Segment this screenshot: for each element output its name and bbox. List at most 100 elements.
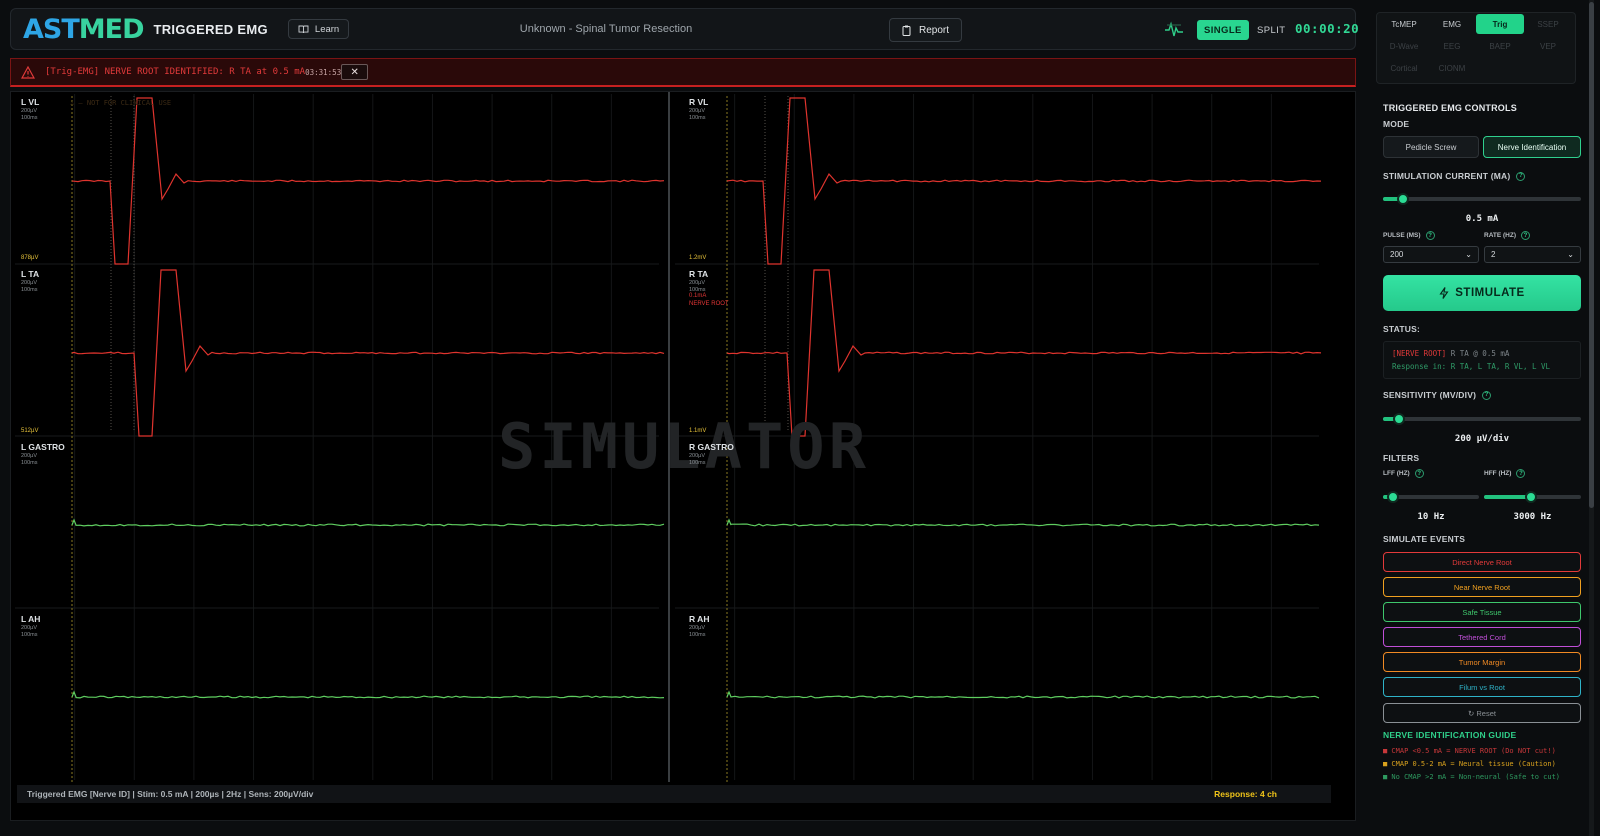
app-title: TRIGGERED EMG xyxy=(153,21,268,37)
pulse-select[interactable]: 200 ⌄ xyxy=(1383,246,1479,263)
book-icon xyxy=(298,25,309,33)
warning-icon xyxy=(21,65,35,79)
mode-nerve-identification-button[interactable]: Nerve Identification xyxy=(1483,136,1581,158)
current-slider[interactable] xyxy=(1383,193,1581,205)
emg-trace xyxy=(71,518,665,527)
learn-button[interactable]: Learn xyxy=(287,19,350,39)
mode-label: MODE xyxy=(1383,119,1410,129)
channel-meta: 200µV 100ms xyxy=(21,625,38,638)
status-label: STATUS: xyxy=(1383,324,1420,334)
filters-label: FILTERS xyxy=(1383,453,1420,463)
help-icon[interactable]: ? xyxy=(1516,469,1526,478)
tab-baep[interactable]: BAEP xyxy=(1476,36,1524,56)
hff-slider[interactable] xyxy=(1484,491,1581,503)
tab-ssep[interactable]: SSEP xyxy=(1524,14,1572,34)
guide-item: ■ CMAP 0.5-2 mA = Neural tissue (Caution… xyxy=(1383,759,1556,768)
tab-emg[interactable]: EMG xyxy=(1428,14,1476,34)
tab-trig[interactable]: Trig xyxy=(1476,14,1524,34)
events-label: SIMULATE EVENTS xyxy=(1383,534,1466,544)
pulse-label: PULSE (MS)? xyxy=(1383,231,1435,240)
lff-slider[interactable] xyxy=(1383,491,1479,503)
tab-tcmep[interactable]: TcMEP xyxy=(1380,14,1428,34)
chevron-down-icon: ⌄ xyxy=(1465,250,1472,259)
channel-amplitude: 512µV xyxy=(21,428,39,434)
scope-status-bar: Triggered EMG [Nerve ID] | Stim: 0.5 mA … xyxy=(17,785,1331,803)
hff-label: HFF (HZ)? xyxy=(1484,469,1526,478)
learn-label: Learn xyxy=(314,23,340,35)
panel-scrollbar[interactable] xyxy=(1589,0,1594,836)
logo: ASTMED xyxy=(23,13,144,45)
emg-trace xyxy=(726,690,1320,699)
elapsed-timer: 00:00:20 xyxy=(1295,21,1360,36)
hff-value: 3000 Hz xyxy=(1513,512,1552,522)
tab-vep[interactable]: VEP xyxy=(1524,36,1572,56)
emg-trace xyxy=(726,269,1322,437)
rate-label: RATE (HZ)? xyxy=(1484,231,1531,240)
status-line-1: [NERVE ROOT] R TA @ 0.5 mA xyxy=(1392,349,1510,358)
reset-button[interactable]: ↻ Reset xyxy=(1383,703,1581,723)
signal-wave-icon[interactable] xyxy=(1164,21,1184,39)
help-icon[interactable]: ? xyxy=(1516,171,1526,181)
event-direct-nerve-root-button[interactable]: Direct Nerve Root xyxy=(1383,552,1581,572)
channel-label-r-ah: R AH xyxy=(689,614,710,624)
clinical-use-warning: ⚠ — NOT FOR CLINICAL USE xyxy=(70,99,172,107)
scope-status-text: Triggered EMG [Nerve ID] | Stim: 0.5 mA … xyxy=(27,789,314,799)
stimulate-button[interactable]: STIMULATE xyxy=(1383,275,1581,311)
lff-value: 10 Hz xyxy=(1417,512,1445,522)
event-near-nerve-root-button[interactable]: Near Nerve Root xyxy=(1383,577,1581,597)
slider-handle[interactable] xyxy=(1386,491,1399,503)
slider-handle[interactable] xyxy=(1396,193,1409,205)
single-view-button[interactable]: SINGLE xyxy=(1197,20,1249,40)
report-button[interactable]: Report xyxy=(889,18,963,42)
help-icon[interactable]: ? xyxy=(1414,469,1424,478)
alert-message: [Trig-EMG] NERVE ROOT IDENTIFIED: R TA a… xyxy=(45,67,306,77)
channel-meta: 200µV 100ms xyxy=(689,280,706,293)
tab-cionm[interactable]: CIONM xyxy=(1428,58,1476,78)
control-panel: TcMEP EMG Trig SSEP D-Wave EEG BAEP VEP … xyxy=(1368,8,1584,836)
channel-meta: 200µV 100ms xyxy=(21,280,38,293)
event-filum-vs-root-button[interactable]: Filum vs Root xyxy=(1383,677,1581,697)
channel-amplitude: 878µV xyxy=(21,255,39,261)
guide-item: ■ CMAP <0.5 mA = NERVE ROOT (Do NOT cut!… xyxy=(1383,747,1556,755)
status-line-2: Response in: R TA, L TA, R VL, L VL xyxy=(1392,362,1551,372)
tab-eeg[interactable]: EEG xyxy=(1428,36,1476,56)
response-count: Response: 4 ch xyxy=(1214,789,1277,799)
guide-title: NERVE IDENTIFICATION GUIDE xyxy=(1383,730,1517,740)
waveform-canvas xyxy=(15,92,1322,782)
emg-trace xyxy=(71,97,665,265)
channel-meta: 200µV 100ms xyxy=(21,453,38,466)
event-tethered-cord-button[interactable]: Tethered Cord xyxy=(1383,627,1581,647)
help-icon[interactable]: ? xyxy=(1425,231,1435,240)
channel-meta: 200µV 100ms xyxy=(689,453,706,466)
channel-label-r-ta: R TA xyxy=(689,269,709,279)
rate-select[interactable]: 2 ⌄ xyxy=(1484,246,1581,263)
close-icon[interactable]: ✕ xyxy=(341,64,369,80)
tab-cortical[interactable]: Cortical xyxy=(1380,58,1428,78)
modality-tabs: TcMEP EMG Trig SSEP D-Wave EEG BAEP VEP … xyxy=(1380,14,1576,78)
guide-list: ■ CMAP <0.5 mA = NERVE ROOT (Do NOT cut!… xyxy=(1383,745,1579,784)
sensitivity-value: 200 µV/div xyxy=(1454,434,1510,444)
nerve-root-flag: 0.1mA NERVE ROOT xyxy=(689,293,729,307)
controls-title: TRIGGERED EMG CONTROLS xyxy=(1383,103,1517,113)
guide-item: ■ No CMAP >2 mA = Non-neural (Safe to cu… xyxy=(1383,772,1561,781)
current-value: 0.5 mA xyxy=(1465,214,1499,224)
channel-meta: 200µV 100ms xyxy=(689,108,706,121)
report-label: Report xyxy=(919,24,950,36)
sensitivity-slider[interactable] xyxy=(1383,413,1581,425)
slider-handle[interactable] xyxy=(1524,491,1537,503)
emg-trace xyxy=(71,269,665,437)
scrollbar-thumb[interactable] xyxy=(1589,2,1594,508)
split-view-button[interactable]: SPLIT xyxy=(1257,20,1285,40)
event-safe-tissue-button[interactable]: Safe Tissue xyxy=(1383,602,1581,622)
lff-label: LFF (HZ)? xyxy=(1383,469,1424,478)
tab-d-wave[interactable]: D-Wave xyxy=(1380,36,1428,56)
slider-handle[interactable] xyxy=(1392,413,1405,425)
help-icon[interactable]: ? xyxy=(1482,390,1492,400)
top-bar: ASTMED TRIGGERED EMG Learn Unknown - Spi… xyxy=(10,8,1360,50)
channel-label-r-vl: R VL xyxy=(689,97,709,107)
channel-meta: 200µV 100ms xyxy=(21,108,38,121)
help-icon[interactable]: ? xyxy=(1521,231,1531,240)
mode-pedicle-screw-button[interactable]: Pedicle Screw xyxy=(1383,136,1479,158)
event-tumor-margin-button[interactable]: Tumor Margin xyxy=(1383,652,1581,672)
channel-label-l-vl: L VL xyxy=(21,97,40,107)
